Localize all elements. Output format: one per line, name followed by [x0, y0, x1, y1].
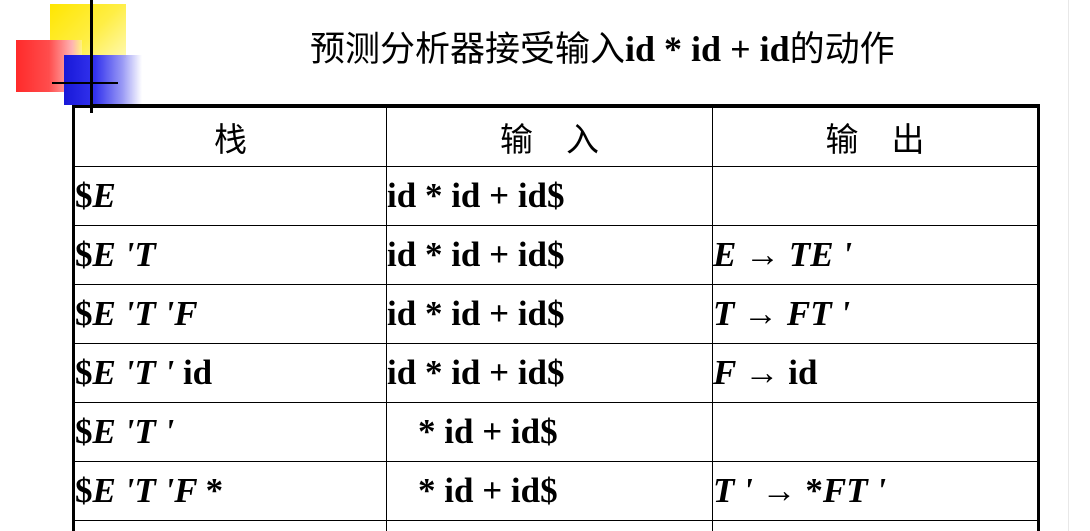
stack-text: $E 'T — [75, 235, 156, 274]
header-input: 输 入 — [386, 105, 713, 167]
cell-input: id * id + id$ — [386, 166, 713, 226]
stack-text: $E 'T ' id — [75, 353, 213, 392]
title-prefix: 预测分析器接受输入 — [310, 30, 626, 70]
cell-stack: $E 'T ' id — [72, 343, 387, 403]
header-output: 输 出 — [712, 105, 1040, 167]
output-text: F → id — [713, 353, 818, 392]
corner-logo — [0, 0, 160, 120]
table-header-row: 栈 输 入 输 出 — [72, 105, 1040, 167]
slide: 预测分析器接受输入id * id + id的动作 栈 输 入 输 出 $E id… — [0, 0, 1090, 531]
table-row: $E id * id + id$ — [72, 166, 1040, 226]
header-stack: 栈 — [72, 105, 387, 167]
logo-blue-square — [64, 55, 142, 105]
stack-text: $E — [75, 176, 116, 215]
cell-stack: $E 'T 'F * — [72, 461, 387, 521]
table-row: $E 'T ' * id + id$ — [72, 402, 1040, 462]
cell-output: F → id — [712, 343, 1040, 403]
cell-output: E → TE ' — [712, 225, 1040, 285]
stack-text: $E 'T ' — [75, 412, 175, 451]
table-row: $E 'T ' id id * id + id$ F → id — [72, 343, 1040, 403]
parse-table: 栈 输 入 输 出 $E id * id + id$ $E 'T id * id… — [72, 105, 1040, 531]
cell-input: id * id + id$ — [386, 343, 713, 403]
table-row-cut-off — [72, 520, 1040, 531]
cell-input: id * id + id$ — [386, 284, 713, 344]
title-suffix: 的动作 — [789, 30, 895, 70]
cell-empty — [386, 520, 713, 531]
logo-horizontal-line — [52, 82, 118, 84]
title-expression: id * id + id — [625, 29, 790, 69]
slide-title: 预测分析器接受输入id * id + id的动作 — [310, 26, 895, 73]
cell-output — [712, 402, 1040, 462]
stack-text: $E 'T 'F — [75, 294, 198, 333]
cell-input: id * id + id$ — [386, 225, 713, 285]
cell-stack: $E 'T ' — [72, 402, 387, 462]
cell-empty — [712, 520, 1040, 531]
output-text: T ' → *FT ' — [713, 471, 887, 510]
output-text: E → TE ' — [713, 235, 853, 274]
logo-vertical-line — [90, 0, 93, 113]
stack-text: $E 'T 'F * — [75, 471, 224, 510]
cell-stack: $E 'T 'F — [72, 284, 387, 344]
table-row: $E 'T 'F * * id + id$ T ' → *FT ' — [72, 461, 1040, 521]
cell-stack: $E — [72, 166, 387, 226]
table-row: $E 'T id * id + id$ E → TE ' — [72, 225, 1040, 285]
slide-edge-divider — [1068, 0, 1069, 531]
table-row: $E 'T 'F id * id + id$ T → FT ' — [72, 284, 1040, 344]
cell-output: T → FT ' — [712, 284, 1040, 344]
cell-output: T ' → *FT ' — [712, 461, 1040, 521]
output-text: T → FT ' — [713, 294, 851, 333]
cell-output — [712, 166, 1040, 226]
cell-input: * id + id$ — [386, 402, 713, 462]
cell-stack: $E 'T — [72, 225, 387, 285]
cell-empty — [72, 520, 387, 531]
cell-input: * id + id$ — [386, 461, 713, 521]
